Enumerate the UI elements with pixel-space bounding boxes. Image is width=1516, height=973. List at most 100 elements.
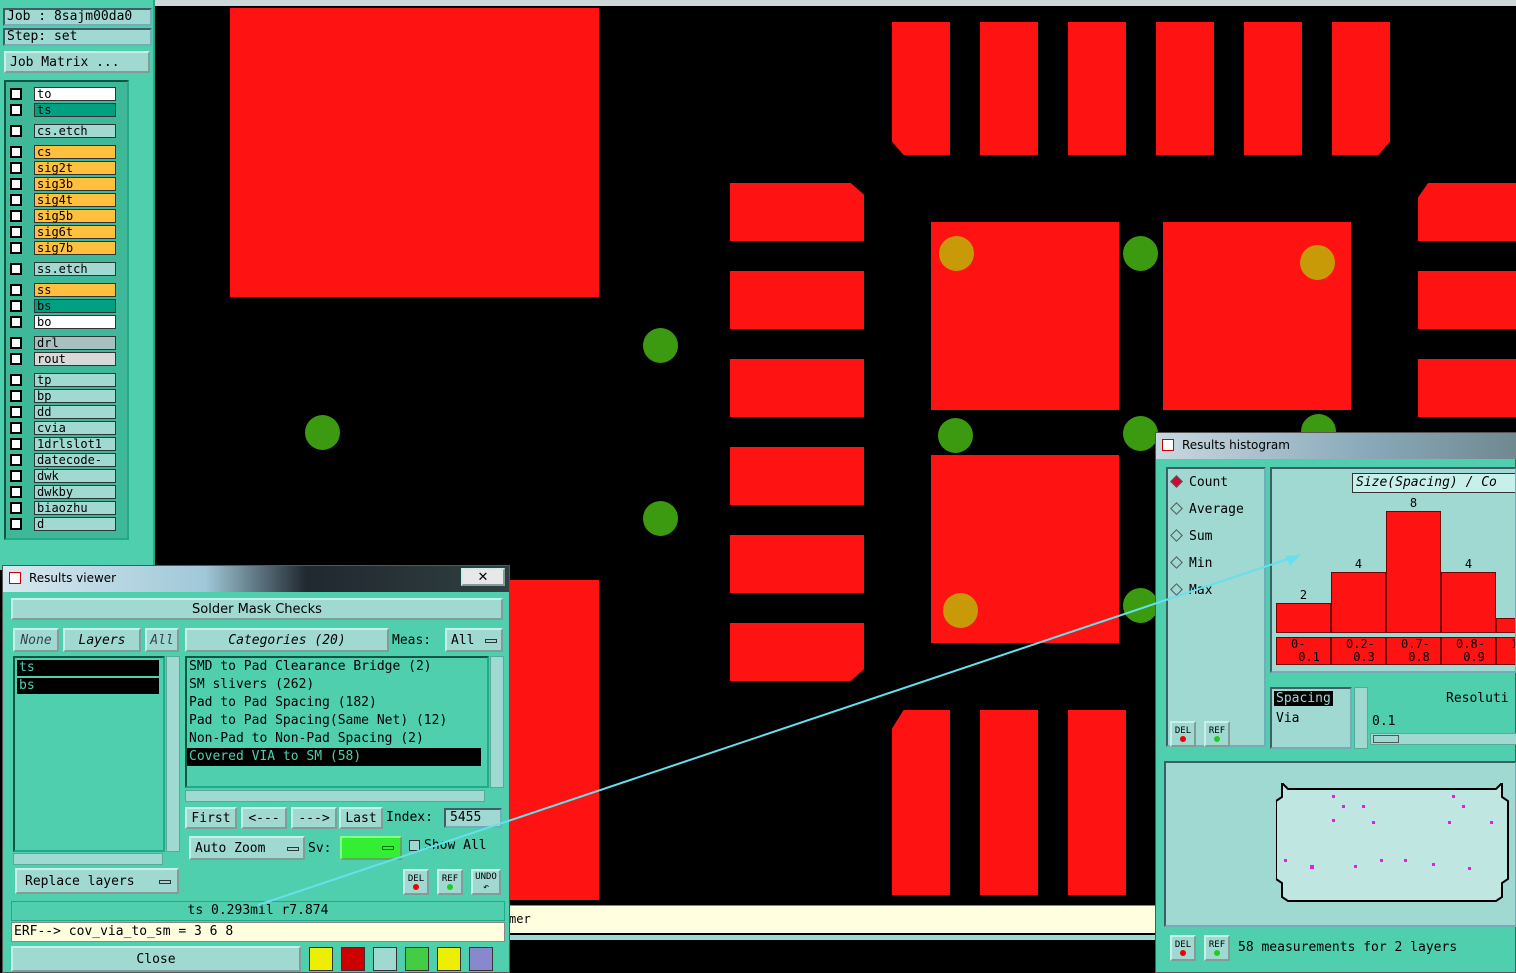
layer-row-dwk[interactable]: dwk — [8, 468, 124, 483]
layer-name[interactable]: sig5b — [34, 208, 116, 223]
layer-checkbox[interactable] — [10, 193, 22, 206]
meas-dropdown[interactable]: All — [445, 628, 503, 652]
layer-row-ss[interactable]: ss — [8, 282, 124, 297]
list-item[interactable]: bs — [17, 678, 159, 694]
layer-row-sig7b[interactable]: sig7b — [8, 240, 124, 255]
layer-checkbox[interactable] — [10, 241, 22, 254]
layer-name[interactable]: sig6t — [34, 224, 116, 239]
last-button[interactable]: Last — [339, 807, 383, 829]
option-average[interactable]: Average — [1170, 502, 1244, 517]
layer-checkbox[interactable] — [10, 161, 22, 174]
histogram-bar[interactable] — [1386, 511, 1441, 633]
layer-name[interactable]: dwkby — [34, 484, 116, 499]
undo-button[interactable]: UNDO ↶ — [471, 869, 501, 895]
list-item[interactable]: Via — [1276, 711, 1299, 726]
layer-name[interactable]: to — [34, 86, 116, 101]
layer-name[interactable]: cs.etch — [34, 123, 116, 138]
layer-row-datecode-pt[interactable]: datecode-pt — [8, 452, 124, 479]
option-max[interactable]: Max — [1170, 583, 1212, 598]
tool-icon[interactable] — [437, 947, 461, 971]
del-button[interactable]: DEL — [1170, 721, 1196, 747]
job-matrix-button[interactable]: Job Matrix ... — [4, 51, 150, 73]
results-layer-list[interactable]: ts bs — [13, 656, 165, 852]
list-item[interactable]: Pad to Pad Spacing (182) — [187, 694, 487, 712]
layer-name[interactable]: cvia — [34, 420, 116, 435]
layer-row-bp[interactable]: bp — [8, 388, 124, 403]
list-item[interactable]: SMD to Pad Clearance Bridge (2) — [187, 658, 487, 676]
categories-hscrollbar[interactable] — [185, 790, 485, 802]
del-button[interactable]: DEL — [403, 869, 429, 895]
layer-name[interactable]: sig7b — [34, 240, 116, 255]
layer-name[interactable]: cs — [34, 144, 116, 159]
layer-name[interactable]: bp — [34, 388, 116, 403]
option-min[interactable]: Min — [1170, 556, 1212, 571]
layer-checkbox[interactable] — [10, 177, 22, 190]
option-count[interactable]: Count — [1170, 475, 1228, 490]
layer-name[interactable]: dd — [34, 404, 116, 419]
list-item-selected[interactable]: Covered VIA to SM (58) — [187, 748, 481, 766]
layer-checkbox[interactable] — [10, 124, 22, 137]
categories-button[interactable]: Categories (20) — [185, 628, 389, 652]
layer-list-scrollbar[interactable] — [166, 656, 180, 852]
histogram-bar[interactable] — [1496, 617, 1515, 633]
layer-name[interactable]: sig4t — [34, 192, 116, 207]
prev-button[interactable]: <--- — [241, 807, 287, 829]
measurement-list[interactable]: Spacing Via — [1270, 687, 1352, 749]
layer-row-cvia[interactable]: cvia — [8, 420, 124, 435]
list-item[interactable]: Non-Pad to Non-Pad Spacing (2) — [187, 730, 487, 748]
list-item[interactable]: SM slivers (262) — [187, 676, 487, 694]
layer-checkbox[interactable] — [10, 485, 22, 498]
layer-name[interactable]: ss.etch — [34, 261, 116, 276]
measurement-scrollbar[interactable] — [1354, 687, 1368, 749]
replace-layers-dropdown[interactable]: Replace layers — [15, 868, 179, 894]
tool-icon[interactable] — [373, 947, 397, 971]
tool-icon[interactable] — [309, 947, 333, 971]
layer-checkbox[interactable] — [10, 225, 22, 238]
layer-name[interactable]: d — [34, 516, 116, 531]
layer-checkbox[interactable] — [10, 315, 22, 328]
auto-zoom-dropdown[interactable]: Auto Zoom — [189, 836, 305, 860]
layer-row-1drlslot1[interactable]: 1drlslot1 — [8, 436, 124, 451]
layer-name[interactable]: sig2t — [34, 160, 116, 175]
layer-checkbox[interactable] — [10, 283, 22, 296]
layer-row-sig6t[interactable]: sig6t — [8, 224, 124, 239]
layer-row-ss.etch[interactable]: ss.etch — [8, 261, 124, 276]
next-button[interactable]: ---> — [291, 807, 337, 829]
layer-checkbox[interactable] — [10, 87, 22, 100]
layer-checkbox[interactable] — [10, 389, 22, 402]
layer-checkbox[interactable] — [10, 336, 22, 349]
layer-row-cs.etch[interactable]: cs.etch — [8, 123, 124, 138]
tool-icon[interactable] — [341, 947, 365, 971]
layer-checkbox[interactable] — [10, 437, 22, 450]
layer-checkbox[interactable] — [10, 517, 22, 530]
list-item[interactable]: ts — [17, 660, 159, 676]
all-button[interactable]: All — [145, 628, 179, 652]
categories-list[interactable]: SMD to Pad Clearance Bridge (2) SM slive… — [185, 656, 489, 788]
layer-name[interactable]: bo — [34, 314, 116, 329]
layer-name[interactable]: bs — [34, 298, 116, 313]
layer-name[interactable]: tp — [34, 372, 116, 387]
layer-list-hscrollbar[interactable] — [13, 853, 163, 865]
layer-row-bo[interactable]: bo — [8, 314, 124, 329]
show-all-checkbox[interactable] — [409, 840, 420, 851]
layer-checkbox[interactable] — [10, 209, 22, 222]
layer-row-dwkby[interactable]: dwkby — [8, 484, 124, 499]
layer-name[interactable]: 1drlslot1 — [34, 436, 116, 451]
ref-button[interactable]: REF — [437, 869, 463, 895]
close-button[interactable]: Close — [11, 946, 301, 972]
layer-name[interactable]: ss — [34, 282, 116, 297]
del-button[interactable]: DEL — [1170, 935, 1196, 961]
histogram-bar[interactable] — [1441, 572, 1496, 633]
layer-checkbox[interactable] — [10, 145, 22, 158]
layer-row-sig2t[interactable]: sig2t — [8, 160, 124, 175]
layer-row-bs[interactable]: bs — [8, 298, 124, 313]
ref-button[interactable]: REF — [1204, 721, 1230, 747]
severity-dropdown[interactable] — [340, 836, 402, 860]
list-item-selected[interactable]: Spacing — [1274, 691, 1333, 706]
layer-row-cs[interactable]: cs — [8, 144, 124, 159]
layer-checkbox[interactable] — [10, 421, 22, 434]
layer-row-ts[interactable]: ts — [8, 102, 124, 117]
ref-button[interactable]: REF — [1204, 935, 1230, 961]
layer-name[interactable]: sig3b — [34, 176, 116, 191]
layer-row-tp[interactable]: tp — [8, 372, 124, 387]
